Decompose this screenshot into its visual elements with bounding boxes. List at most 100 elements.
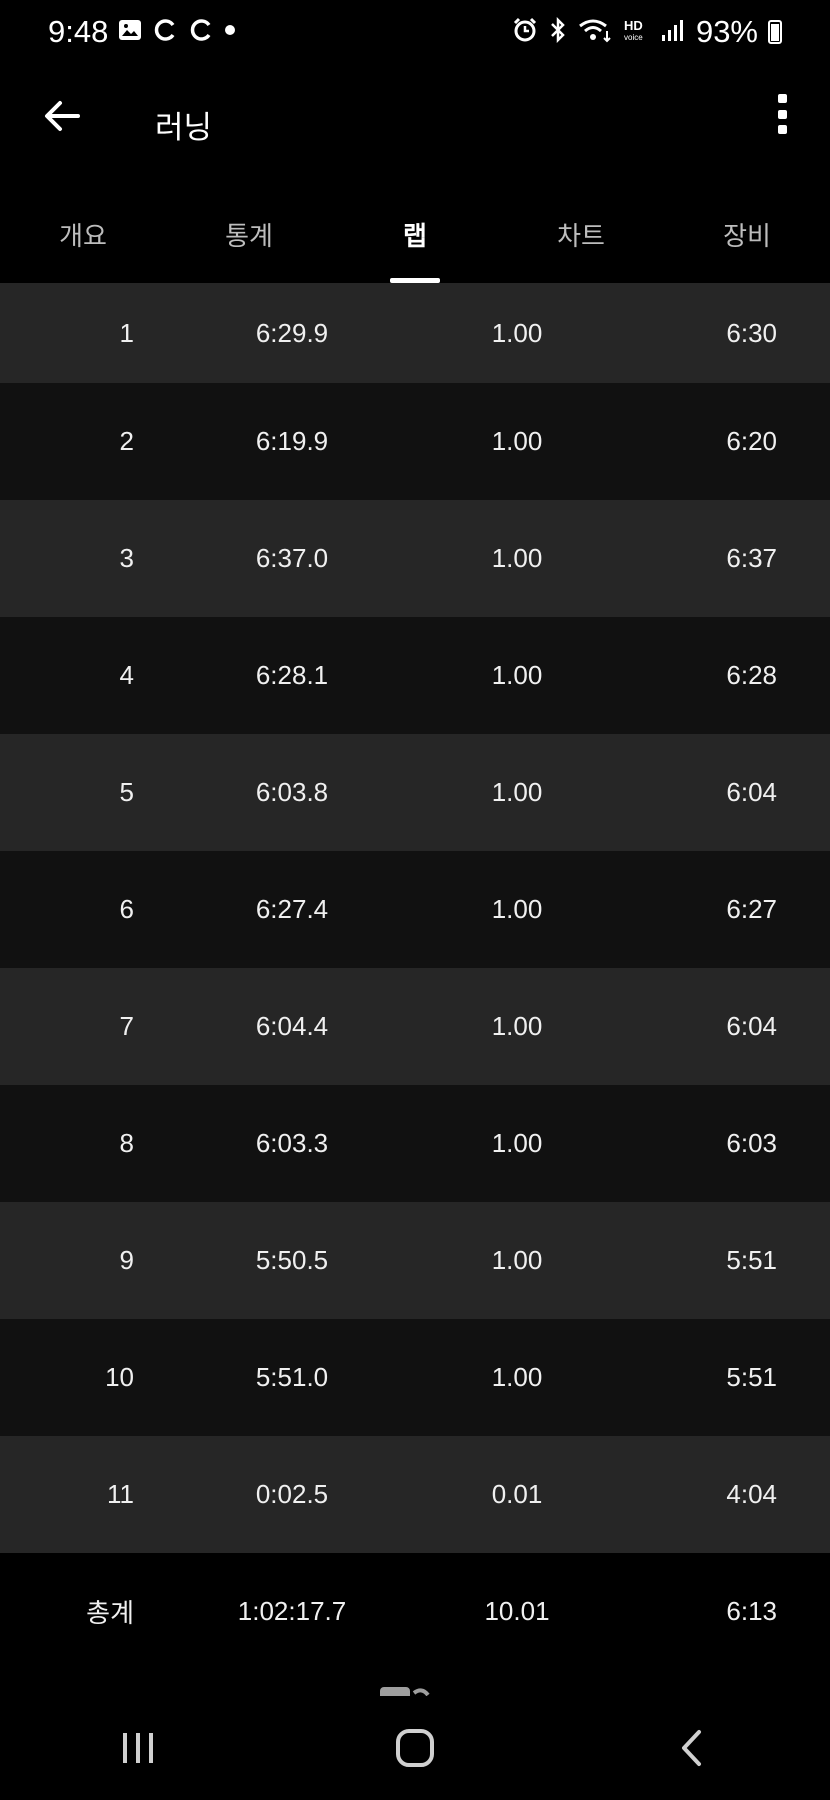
app-bar: 러닝 <box>0 64 830 176</box>
status-bar-right: HD voice 93% <box>512 14 782 50</box>
lap-number: 5 <box>119 777 134 807</box>
lap-number: 7 <box>119 1011 134 1041</box>
sync-icon <box>188 17 214 47</box>
recents-icon <box>123 1733 154 1763</box>
lap-time: 6:19.9 <box>255 426 329 456</box>
tab-overview[interactable]: 개요 <box>0 200 166 283</box>
lap-distance: 1.00 <box>491 777 543 807</box>
status-time: 9:48 <box>48 14 109 49</box>
table-row[interactable]: 7 6:04.4 1.00 6:04 <box>0 968 830 1085</box>
lap-distance: 0.01 <box>491 1479 543 1509</box>
alarm-icon <box>512 17 538 47</box>
total-distance: 10.01 <box>484 1596 550 1626</box>
lap-pace: 6:04 <box>726 1011 777 1041</box>
system-nav-bar <box>0 1696 830 1800</box>
more-vert-icon-dot <box>777 109 787 119</box>
dot-icon <box>224 17 236 47</box>
lap-pace: 6:03 <box>726 1128 777 1158</box>
lap-pace: 6:04 <box>726 777 777 807</box>
table-row[interactable]: 11 0:02.5 0.01 4:04 <box>0 1436 830 1553</box>
lap-number: 8 <box>119 1128 134 1158</box>
table-row[interactable]: 3 6:37.0 1.00 6:37 <box>0 500 830 617</box>
total-row: 총계 1:02:17.7 10.01 6:13 <box>0 1553 830 1670</box>
lap-time: 6:27.4 <box>255 894 329 924</box>
lap-time: 6:03.8 <box>255 777 329 807</box>
tab-bar: 개요 통계 랩 차트 장비 <box>0 200 830 283</box>
lap-time: 6:29.9 <box>255 317 329 348</box>
lap-time: 5:50.5 <box>255 1245 329 1275</box>
table-row[interactable]: 4 6:28.1 1.00 6:28 <box>0 617 830 734</box>
svg-text:HD: HD <box>624 18 643 33</box>
signal-icon <box>660 17 686 47</box>
lap-pace: 5:51 <box>726 1362 777 1392</box>
lap-number: 10 <box>105 1362 134 1392</box>
lap-distance: 1.00 <box>491 317 543 348</box>
home-icon <box>395 1729 434 1767</box>
lap-time: 5:51.0 <box>255 1362 329 1392</box>
peek-icon <box>378 1684 438 1701</box>
battery-icon <box>768 20 782 44</box>
table-row[interactable]: 8 6:03.3 1.00 6:03 <box>0 1085 830 1202</box>
back-button[interactable] <box>40 94 84 138</box>
lap-pace: 6:37 <box>726 543 777 573</box>
lap-distance: 1.00 <box>491 1011 543 1041</box>
svg-text:voice: voice <box>624 33 643 42</box>
lap-number: 9 <box>119 1245 134 1275</box>
lap-pace: 6:20 <box>726 426 777 456</box>
lap-number: 1 <box>119 317 134 348</box>
total-time: 1:02:17.7 <box>237 1596 347 1626</box>
lap-distance: 1.00 <box>491 1128 543 1158</box>
table-row[interactable]: 5 6:03.8 1.00 6:04 <box>0 734 830 851</box>
lap-distance: 1.00 <box>491 543 543 573</box>
lap-number: 3 <box>119 543 134 573</box>
lap-number: 6 <box>119 894 134 924</box>
table-row[interactable]: 1 6:29.9 1.00 6:30 <box>0 283 830 383</box>
chevron-left-icon <box>681 1730 701 1766</box>
table-row[interactable]: 2 6:19.9 1.00 6:20 <box>0 383 830 500</box>
lap-time: 0:02.5 <box>255 1479 329 1509</box>
lap-distance: 1.00 <box>491 660 543 690</box>
lap-pace: 6:28 <box>726 660 777 690</box>
lap-pace: 4:04 <box>726 1479 777 1509</box>
status-bar-left: 9:48 <box>48 14 236 50</box>
battery-percent: 93% <box>695 14 758 49</box>
lap-number: 4 <box>119 660 134 690</box>
lap-time: 6:03.3 <box>255 1128 329 1158</box>
system-back-button[interactable] <box>652 1718 732 1778</box>
lap-pace: 5:51 <box>726 1245 777 1275</box>
lap-distance: 1.00 <box>491 894 543 924</box>
lap-pace: 6:27 <box>726 894 777 924</box>
image-icon <box>118 18 142 46</box>
more-vert-icon-dot <box>777 125 787 134</box>
tab-chart[interactable]: 차트 <box>498 200 664 283</box>
total-pace: 6:13 <box>726 1596 777 1626</box>
bluetooth-icon <box>548 16 568 47</box>
more-options-button[interactable] <box>770 90 794 138</box>
recent-apps-button[interactable] <box>98 1718 178 1778</box>
more-vert-icon <box>777 94 787 103</box>
lap-number: 2 <box>119 426 134 456</box>
lap-pace: 6:30 <box>726 317 777 348</box>
table-row[interactable]: 10 5:51.0 1.00 5:51 <box>0 1319 830 1436</box>
lap-time: 6:28.1 <box>255 660 329 690</box>
lap-time: 6:37.0 <box>255 543 329 573</box>
lap-number: 11 <box>107 1479 134 1509</box>
arrow-left-icon <box>45 101 80 131</box>
status-bar: 9:48 HD voice 93% <box>0 0 830 64</box>
page-title: 러닝 <box>155 110 213 145</box>
tab-stats[interactable]: 통계 <box>166 200 332 283</box>
table-row[interactable]: 6 6:27.4 1.00 6:27 <box>0 851 830 968</box>
tab-laps[interactable]: 랩 <box>332 200 498 283</box>
lap-distance: 1.00 <box>491 426 543 456</box>
table-row[interactable]: 9 5:50.5 1.00 5:51 <box>0 1202 830 1319</box>
lap-time: 6:04.4 <box>255 1011 329 1041</box>
total-label: 총계 <box>86 1598 134 1628</box>
hd-voice-icon: HD voice <box>622 17 650 47</box>
lap-distance: 1.00 <box>491 1245 543 1275</box>
wifi-icon <box>578 17 612 47</box>
sync-icon <box>152 17 178 47</box>
home-button[interactable] <box>375 1718 455 1778</box>
laps-table: 1 6:29.9 1.00 6:30 2 6:19.9 1.00 6:20 3 … <box>0 283 830 1670</box>
lap-distance: 1.00 <box>491 1362 543 1392</box>
tab-gear[interactable]: 장비 <box>664 200 830 283</box>
